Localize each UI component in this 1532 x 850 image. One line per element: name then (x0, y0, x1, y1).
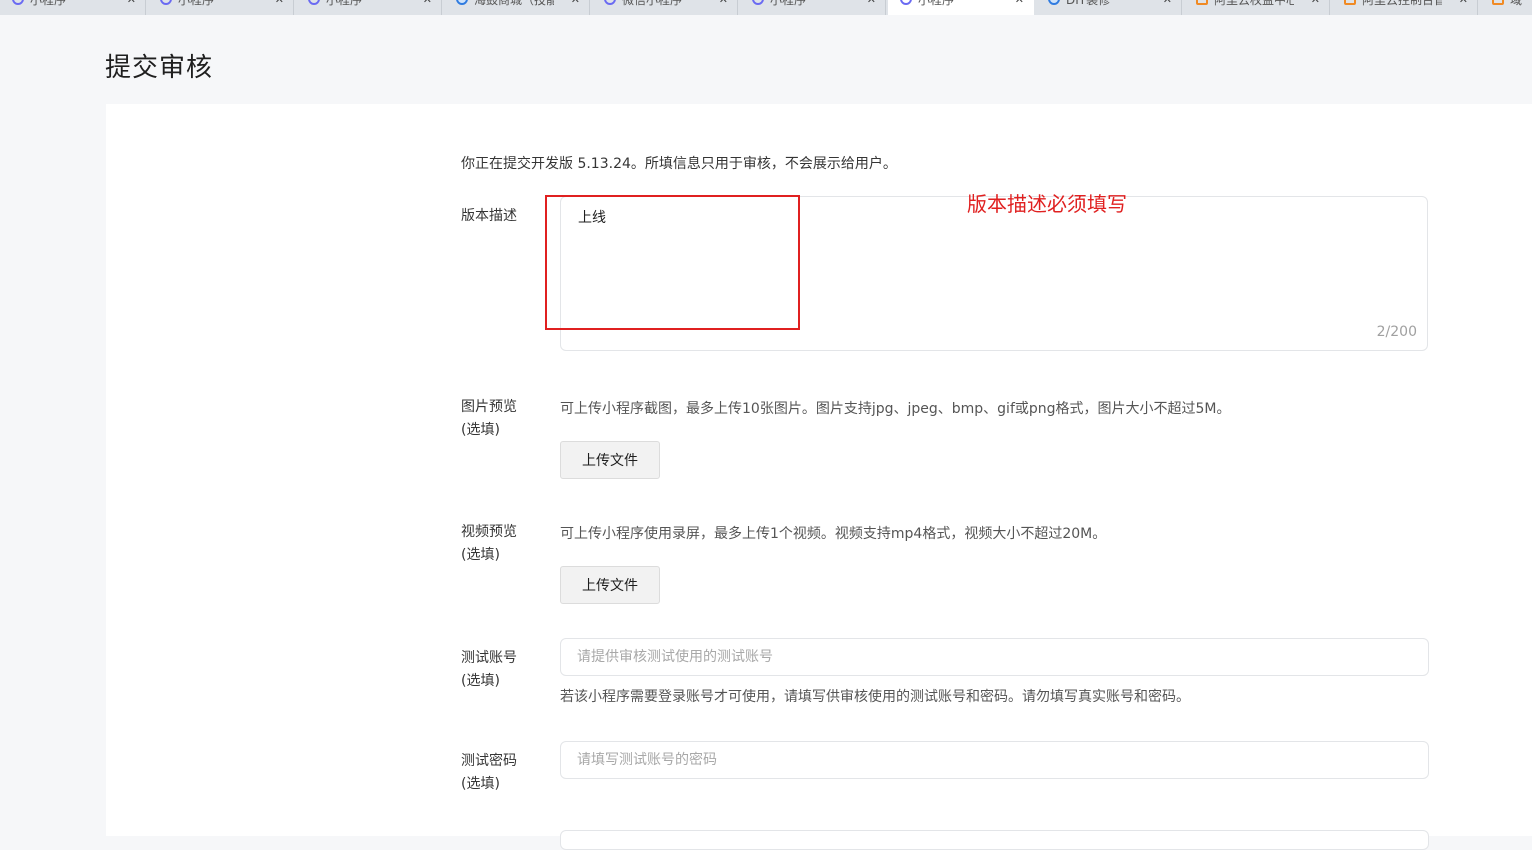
miniprogram-icon (604, 0, 616, 5)
image-preview-label-text: 图片预览 (461, 399, 517, 415)
miniprogram-icon (12, 0, 24, 5)
miniprogram-icon (752, 0, 764, 5)
browser-tab[interactable]: 阿里云控制台首 ✕ (1332, 0, 1478, 15)
character-counter: 2/200 (1376, 324, 1417, 340)
tab-close-icon[interactable]: ✕ (127, 0, 136, 7)
browser-tab[interactable]: 小程序 ✕ (296, 0, 442, 15)
tab-close-icon[interactable]: ✕ (867, 0, 876, 7)
bracket-icon (1196, 0, 1208, 5)
bracket-icon (1492, 0, 1504, 5)
browser-tab-label: 阿里云权益中心 (1214, 0, 1294, 7)
bracket-icon (1344, 0, 1356, 5)
tab-close-icon[interactable]: ✕ (1163, 0, 1172, 7)
browser-tab-label: 域 (1510, 0, 1523, 7)
next-field-partial[interactable] (560, 830, 1429, 850)
annotation-highlight-box (545, 195, 800, 330)
browser-tab[interactable]: DIY装修 ✕ (1036, 0, 1182, 15)
test-account-label-text: 测试账号 (461, 650, 517, 666)
video-preview-label: 视频预览 (选填) (461, 521, 541, 567)
browser-tab-label: 小程序 (178, 0, 215, 7)
test-account-label: 测试账号 (选填) (461, 647, 541, 693)
optional-tag: (选填) (461, 422, 500, 438)
browser-tab-label: 小程序 (326, 0, 363, 7)
browser-tab-label: 小程序 (918, 0, 955, 7)
miniprogram-icon (900, 0, 912, 5)
description-label-text: 版本描述 (461, 208, 517, 224)
browser-tab[interactable]: 小程序 ✕ (0, 0, 146, 15)
test-account-help: 若该小程序需要登录账号才可使用，请填写供审核使用的测试账号和密码。请勿填写真实账… (560, 689, 1190, 705)
tab-close-icon[interactable]: ✕ (423, 0, 432, 7)
tab-close-icon[interactable]: ✕ (719, 0, 728, 7)
video-upload-hint: 可上传小程序使用录屏，最多上传1个视频。视频支持mp4格式，视频大小不超过20M… (560, 526, 1107, 542)
submit-intro-text: 你正在提交开发版 5.13.24。所填信息只用于审核，不会展示给用户。 (461, 156, 897, 172)
browser-tab[interactable]: 微信小程序 ✕ (592, 0, 738, 15)
optional-tag: (选填) (461, 673, 500, 689)
browser-tab-strip: 小程序 ✕ 小程序 ✕ 小程序 ✕ 海鼓商城（技能 ✕ 微信小程序 ✕ 小程序 … (0, 0, 1532, 15)
video-preview-label-text: 视频预览 (461, 524, 517, 540)
test-password-label-text: 测试密码 (461, 753, 517, 769)
browser-tab-label: 阿里云控制台首 (1362, 0, 1442, 7)
annotation-text: 版本描述必须填写 (967, 192, 1127, 216)
miniprogram-icon (160, 0, 172, 5)
test-password-input[interactable] (560, 741, 1429, 779)
tab-close-icon[interactable]: ✕ (1015, 0, 1024, 7)
tab-close-icon[interactable]: ✕ (275, 0, 284, 7)
browser-tab-label: 小程序 (30, 0, 67, 7)
optional-tag: (选填) (461, 776, 500, 792)
test-password-label: 测试密码 (选填) (461, 750, 541, 796)
browser-tab-active[interactable]: 小程序 ✕ (888, 0, 1034, 15)
browser-tab[interactable]: 阿里云权益中心 ✕ (1184, 0, 1330, 15)
browser-tab-label: 微信小程序 (622, 0, 683, 7)
browser-tab-label: 海鼓商城（技能 (474, 0, 554, 7)
browser-tab[interactable]: 海鼓商城（技能 ✕ (444, 0, 590, 15)
upload-video-button[interactable]: 上传文件 (560, 566, 660, 604)
browser-tab[interactable]: 小程序 ✕ (740, 0, 886, 15)
browser-tab-label: 小程序 (770, 0, 807, 7)
upload-image-button[interactable]: 上传文件 (560, 441, 660, 479)
miniprogram-icon (308, 0, 320, 5)
globe-icon (456, 0, 468, 5)
globe-icon (1048, 0, 1060, 5)
description-label: 版本描述 (461, 205, 541, 228)
tab-close-icon[interactable]: ✕ (1459, 0, 1468, 7)
tab-close-icon[interactable]: ✕ (571, 0, 580, 7)
image-upload-hint: 可上传小程序截图，最多上传10张图片。图片支持jpg、jpeg、bmp、gif或… (560, 401, 1231, 417)
image-preview-label: 图片预览 (选填) (461, 396, 541, 442)
tab-close-icon[interactable]: ✕ (1311, 0, 1320, 7)
browser-tab[interactable]: 小程序 ✕ (148, 0, 294, 15)
page-title: 提交审核 (105, 53, 214, 83)
test-account-input[interactable] (560, 638, 1429, 676)
browser-tab[interactable]: 域 (1480, 0, 1532, 15)
browser-tab-label: DIY装修 (1066, 0, 1111, 7)
optional-tag: (选填) (461, 547, 500, 563)
